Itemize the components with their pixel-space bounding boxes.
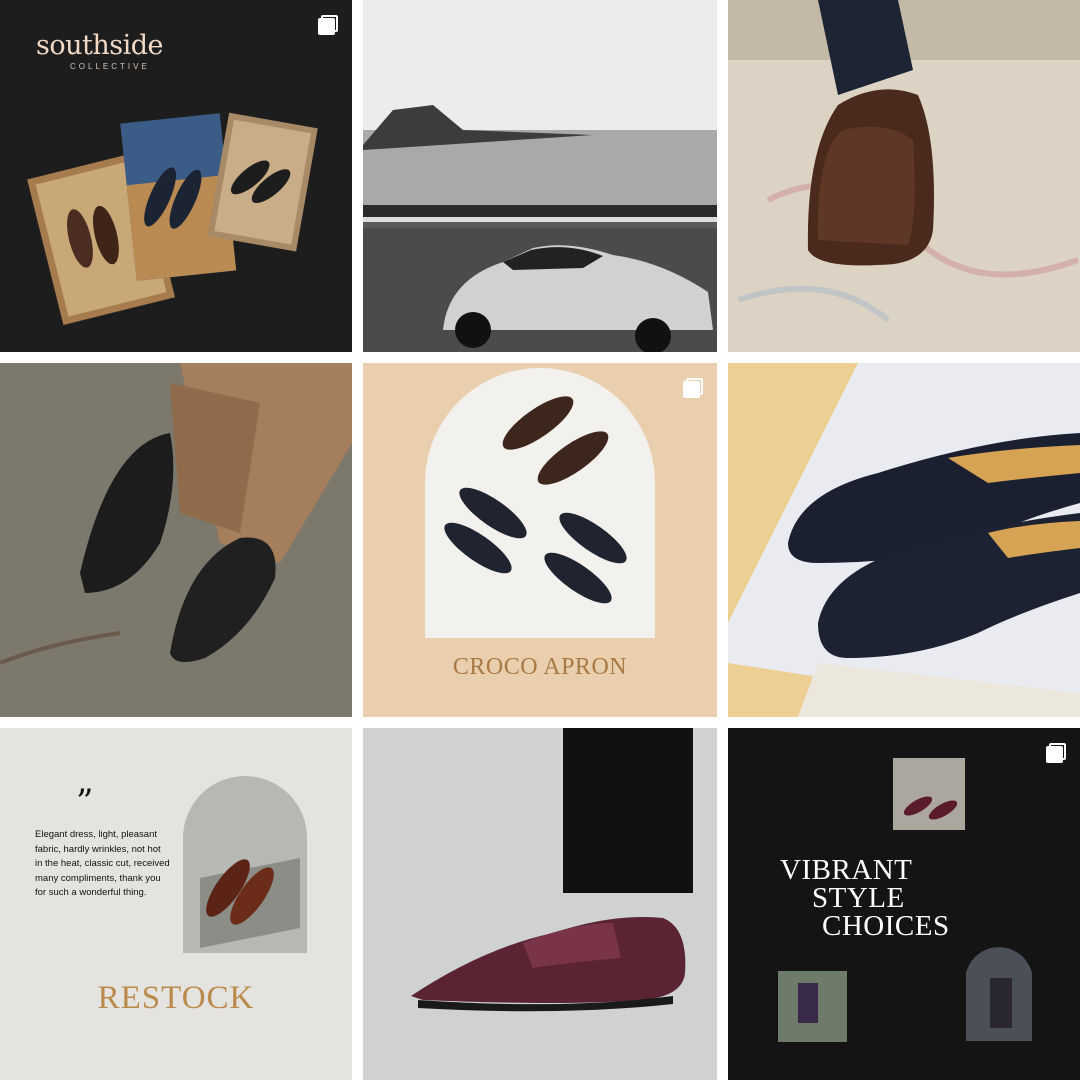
grid-post-restock-review[interactable] xyxy=(0,728,352,1080)
multiple-images-icon xyxy=(318,15,338,35)
grid-post-burgundy-loafer[interactable] xyxy=(363,728,717,1080)
grid-post-brown-loafer[interactable] xyxy=(728,0,1080,352)
photo-collage xyxy=(27,112,318,326)
car-coast-photo xyxy=(363,0,717,352)
restock-shoe-photo xyxy=(183,776,307,953)
grid-post-brand-collage[interactable]: southside COLLECTIVE xyxy=(0,0,352,352)
navy-croco-loafers-photo xyxy=(728,363,1080,717)
grid-post-navy-loafers[interactable] xyxy=(728,363,1080,717)
multiple-images-icon xyxy=(1046,743,1066,763)
multiple-images-icon xyxy=(683,378,703,398)
quote-mark: ” xyxy=(76,782,94,822)
burgundy-penny-loafer-photo xyxy=(411,728,693,1012)
brown-croco-loafer-photo xyxy=(728,0,1080,352)
vibrant-heading-line1: VIBRANT xyxy=(780,854,913,886)
croco-apron-caption: CROCO APRON xyxy=(452,654,628,680)
vibrant-heading-line2: STYLE xyxy=(812,882,905,914)
vibrant-heading-line3: CHOICES xyxy=(822,910,950,942)
customer-review-text: Elegant dress, light, pleasant fabric, h… xyxy=(35,829,170,898)
grid-post-vintage-car[interactable] xyxy=(363,0,717,352)
post-grid: southside COLLECTIVE CROCO APRON ” Elega… xyxy=(0,0,1080,1080)
grid-post-black-loafers-street[interactable] xyxy=(0,363,352,717)
restock-heading: RESTOCK xyxy=(97,980,255,1016)
black-loafers-photo xyxy=(0,363,352,717)
